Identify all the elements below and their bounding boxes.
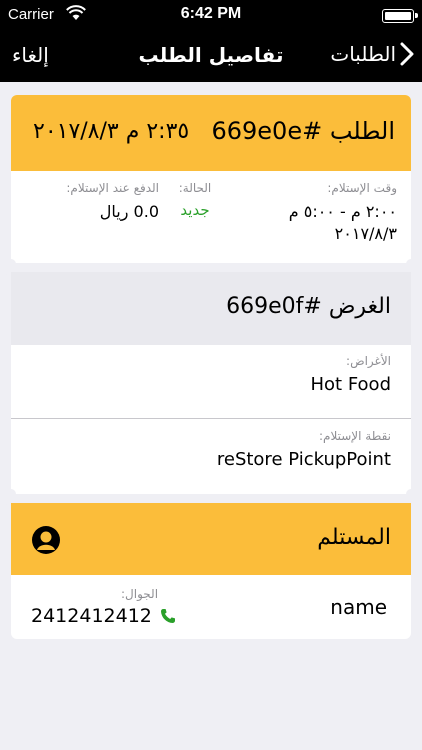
order-status: الحالة: جديد xyxy=(175,181,215,221)
recipient-title: المستلم xyxy=(317,525,391,550)
item-header: الغرض #669e0f xyxy=(11,272,411,345)
payment-value: 0.0 ريال xyxy=(99,202,159,221)
items-value: Hot Food xyxy=(310,374,392,395)
status-label: الحالة: xyxy=(178,181,212,195)
status-bar: Carrier 6:42 PM xyxy=(0,0,422,32)
items-label: الأغراض: xyxy=(346,354,391,368)
recipient-header: المستلم xyxy=(11,503,411,575)
pickup-time: وقت الإستلام: ٢:٠٠ م - ٥:٠٠ م ٢٠١٧/٨/٣ xyxy=(257,181,397,245)
pickup-point-field: نقطة الإستلام: reStore PickupPoint xyxy=(11,429,411,470)
user-icon xyxy=(32,526,60,554)
order-card: الطلب #669e0e ٢:٣٥ م ٢٠١٧/٨/٣ وقت الإستل… xyxy=(11,95,411,263)
payment-label: الدفع عند الإستلام: xyxy=(66,181,159,195)
cancel-button[interactable]: إلغاء xyxy=(12,43,49,67)
item-id: الغرض #669e0f xyxy=(226,294,391,319)
order-id: الطلب #669e0e xyxy=(211,117,395,145)
navigation-bar: الطلبات تفاصيل الطلب إلغاء xyxy=(0,32,422,82)
divider xyxy=(11,418,411,419)
pickup-point-value: reStore PickupPoint xyxy=(216,449,391,470)
mobile-number: 2412412412 xyxy=(31,605,152,627)
pickup-time-value: ٢:٠٠ م - ٥:٠٠ م ٢٠١٧/٨/٣ xyxy=(288,202,397,243)
status-value: جديد xyxy=(180,201,210,219)
pickup-time-label: وقت الإستلام: xyxy=(327,181,397,195)
phone-icon xyxy=(160,609,175,623)
battery-icon xyxy=(382,9,418,23)
recipient-card: المستلم name الجوال: 2412412412 xyxy=(11,503,411,639)
items-field: الأغراض: Hot Food xyxy=(11,354,411,395)
mobile-number-link[interactable]: 2412412412 xyxy=(31,605,176,627)
payment-on-pickup: الدفع عند الإستلام: 0.0 ريال xyxy=(39,181,159,223)
recipient-name: name xyxy=(330,595,387,619)
page-title: تفاصيل الطلب xyxy=(138,43,284,67)
mobile-label: الجوال: xyxy=(121,587,159,601)
item-card: الغرض #669e0f الأغراض: Hot Food نقطة الإ… xyxy=(11,272,411,494)
pickup-point-label: نقطة الإستلام: xyxy=(319,429,391,443)
order-datetime: ٢:٣٥ م ٢٠١٧/٨/٣ xyxy=(33,119,190,144)
clock: 6:42 PM xyxy=(180,5,242,22)
order-header: الطلب #669e0e ٢:٣٥ م ٢٠١٧/٨/٣ xyxy=(11,95,411,171)
